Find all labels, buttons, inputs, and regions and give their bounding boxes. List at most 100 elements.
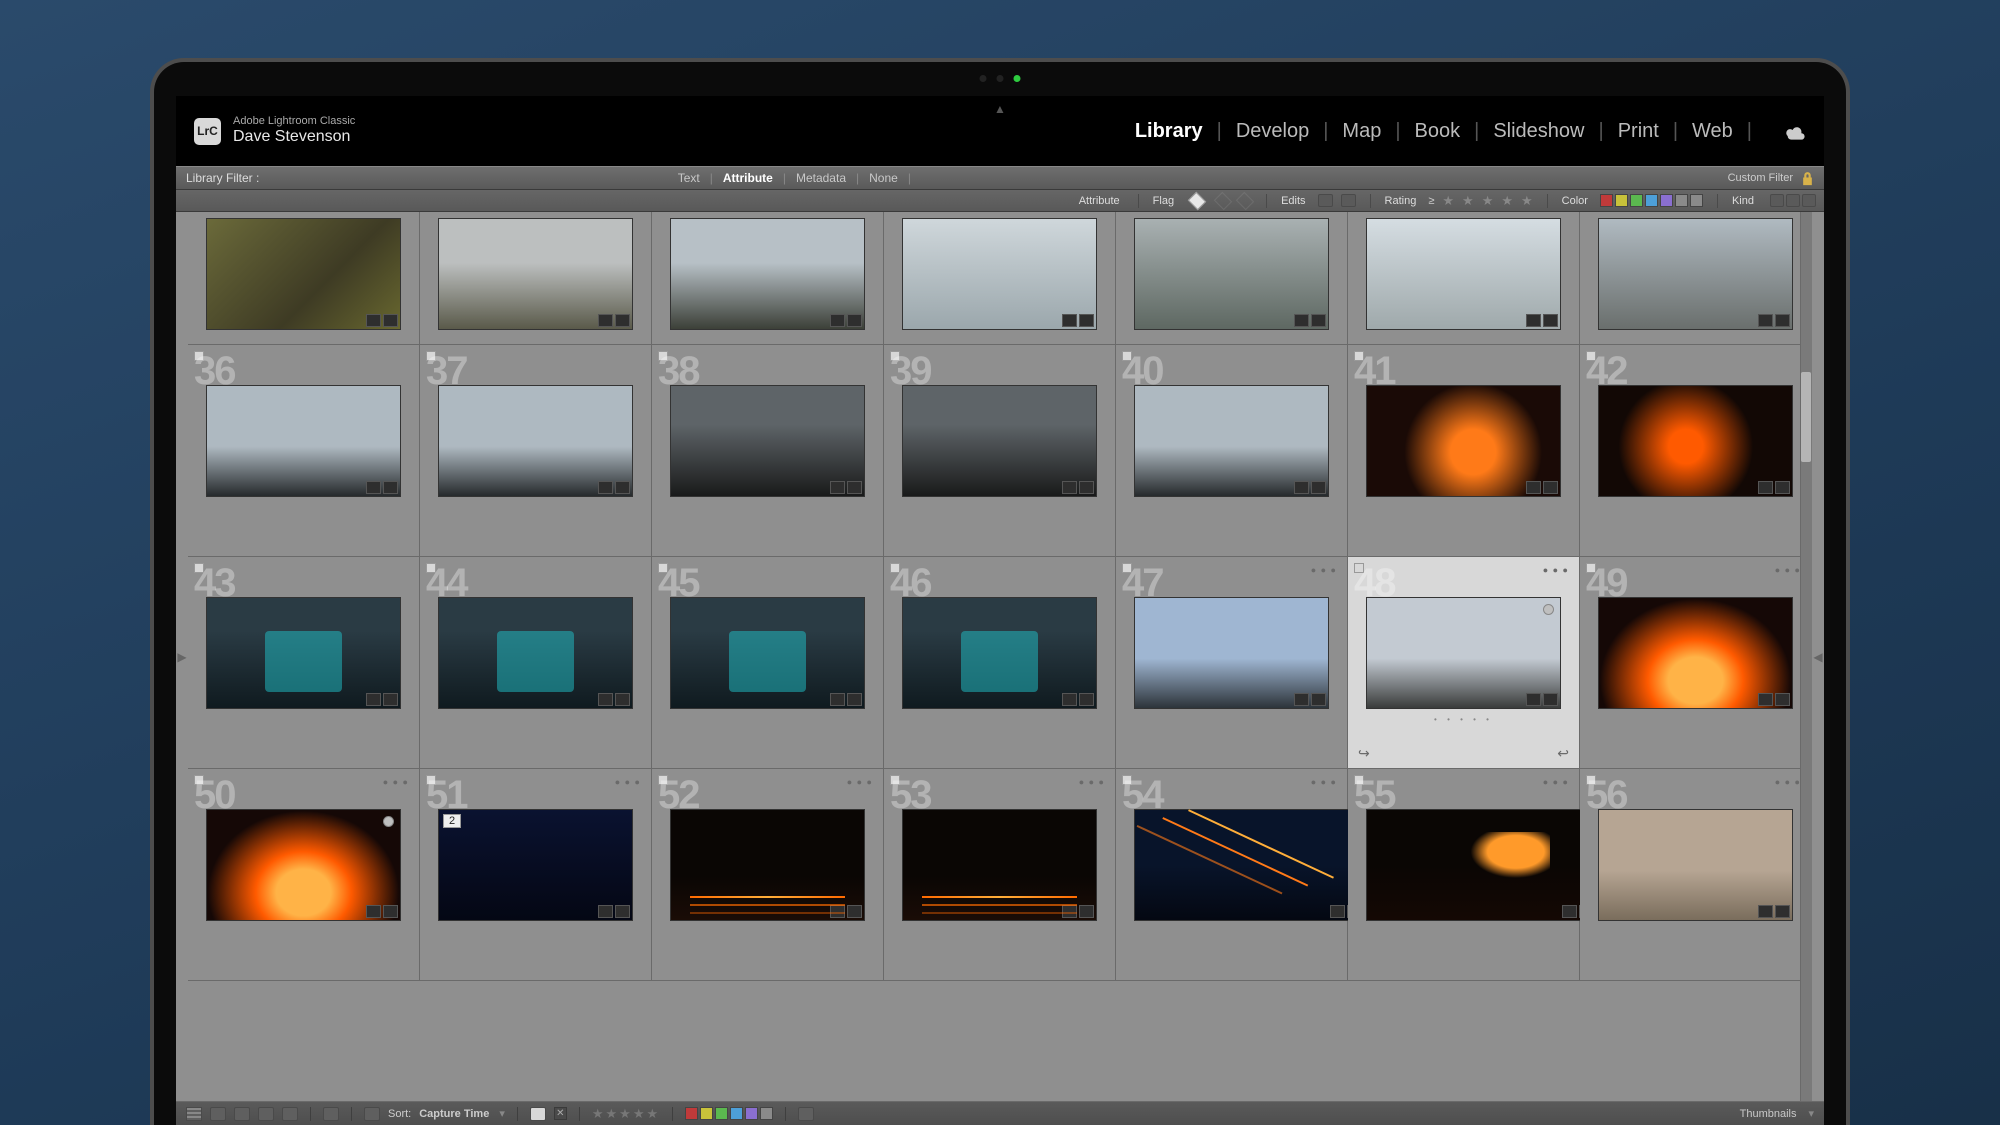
label-swatch[interactable]: [730, 1107, 743, 1120]
stack-count-badge[interactable]: 2: [443, 814, 461, 828]
grid-cell[interactable]: 45: [652, 557, 884, 769]
grid-cell[interactable]: 37: [420, 345, 652, 557]
label-swatch[interactable]: [700, 1107, 713, 1120]
thumbnail[interactable]: [670, 809, 865, 921]
cell-menu-icon[interactable]: ● ● ●: [1775, 565, 1801, 575]
color-swatch[interactable]: [1630, 194, 1643, 207]
thumbnail[interactable]: [438, 385, 633, 497]
custom-filter-dropdown[interactable]: Custom Filter: [1728, 172, 1793, 184]
thumbnail[interactable]: [1134, 597, 1329, 709]
grid-cell[interactable]: [1116, 212, 1348, 345]
kind-video-icon[interactable]: [1802, 194, 1816, 207]
view-loupe-icon[interactable]: [210, 1107, 226, 1121]
cell-menu-icon[interactable]: ● ● ●: [1543, 777, 1569, 787]
flag-reject-button[interactable]: ✕: [554, 1107, 567, 1120]
grid-cell[interactable]: 39: [884, 345, 1116, 557]
thumbnail[interactable]: [1598, 597, 1793, 709]
thumbnail[interactable]: [902, 597, 1097, 709]
rating-star-1[interactable]: ★: [1442, 193, 1454, 209]
filter-tab-attribute[interactable]: Attribute: [713, 171, 783, 185]
flag-pick-button[interactable]: [530, 1107, 546, 1121]
module-web[interactable]: Web: [1692, 120, 1733, 143]
kind-virtual-icon[interactable]: [1786, 194, 1800, 207]
sort-direction-icon[interactable]: [364, 1107, 380, 1121]
thumbnail[interactable]: [206, 597, 401, 709]
module-slideshow[interactable]: Slideshow: [1493, 120, 1584, 143]
view-people-icon[interactable]: [282, 1107, 298, 1121]
grid-cell[interactable]: 46: [884, 557, 1116, 769]
right-panel-handle[interactable]: ◀: [1812, 212, 1824, 1101]
filter-tab-none[interactable]: None: [859, 171, 908, 185]
thumbnail[interactable]: [438, 597, 633, 709]
grid-cell[interactable]: 52● ● ●: [652, 769, 884, 981]
kind-master-icon[interactable]: [1770, 194, 1784, 207]
thumbnail[interactable]: [438, 218, 633, 330]
cell-menu-icon[interactable]: ● ● ●: [1311, 777, 1337, 787]
label-swatch[interactable]: [745, 1107, 758, 1120]
flag-picked-icon[interactable]: [1188, 191, 1206, 209]
color-swatch[interactable]: [1600, 194, 1613, 207]
thumbnail[interactable]: 2: [438, 809, 633, 921]
sort-dropdown-icon[interactable]: ▾: [499, 1107, 505, 1120]
nav-next-icon[interactable]: ↩: [1557, 745, 1569, 762]
grid-cell[interactable]: [420, 212, 652, 345]
view-survey-icon[interactable]: [258, 1107, 274, 1121]
grid-cell[interactable]: 47● ● ●: [1116, 557, 1348, 769]
color-swatch[interactable]: [1690, 194, 1703, 207]
color-swatch[interactable]: [1615, 194, 1628, 207]
scrollbar-thumb[interactable]: [1801, 372, 1811, 462]
grid-cell[interactable]: 54● ● ●: [1116, 769, 1348, 981]
painter-icon[interactable]: [323, 1107, 339, 1121]
rating-star-2[interactable]: ★: [1462, 193, 1474, 209]
grid-cell[interactable]: [188, 212, 420, 345]
filter-lock-icon[interactable]: [1801, 171, 1814, 186]
rating-star-5[interactable]: ★: [1521, 193, 1533, 209]
rating-operator[interactable]: ≥: [1428, 195, 1434, 207]
thumbnail[interactable]: [1366, 809, 1597, 921]
thumbnail[interactable]: [670, 597, 865, 709]
edits-has-icon[interactable]: [1318, 194, 1333, 207]
filter-tab-metadata[interactable]: Metadata: [786, 171, 856, 185]
grid-cell[interactable]: 44: [420, 557, 652, 769]
color-swatch[interactable]: [1675, 194, 1688, 207]
scrollbar-track[interactable]: [1800, 212, 1812, 1101]
edits-none-icon[interactable]: [1341, 194, 1356, 207]
thumbnail[interactable]: [1134, 809, 1365, 921]
rotate-ccw-icon[interactable]: [798, 1107, 814, 1121]
rating-star-4[interactable]: ★: [1501, 193, 1513, 209]
grid-cell[interactable]: 50● ● ●: [188, 769, 420, 981]
grid-cell[interactable]: 56● ● ●: [1580, 769, 1812, 981]
cell-menu-icon[interactable]: ● ● ●: [1543, 565, 1569, 575]
grid-cell[interactable]: 53● ● ●: [884, 769, 1116, 981]
sort-value[interactable]: Capture Time: [419, 1108, 489, 1120]
cell-menu-icon[interactable]: ● ● ●: [1311, 565, 1337, 575]
thumbnail[interactable]: [902, 809, 1097, 921]
view-grid-icon[interactable]: [186, 1107, 202, 1121]
cell-menu-icon[interactable]: ● ● ●: [383, 777, 409, 787]
filter-tab-text[interactable]: Text: [668, 171, 710, 185]
thumbnail[interactable]: [1598, 385, 1793, 497]
grid-cell[interactable]: 49● ● ●: [1580, 557, 1812, 769]
grid-cell[interactable]: 55● ● ●: [1348, 769, 1580, 981]
color-swatch[interactable]: [1645, 194, 1658, 207]
module-map[interactable]: Map: [1342, 120, 1381, 143]
thumbnail[interactable]: [206, 809, 401, 921]
thumbnail[interactable]: [206, 218, 401, 330]
rating-stars[interactable]: ★★★★★: [592, 1106, 660, 1122]
cloud-sync-icon[interactable]: [1784, 123, 1806, 139]
reveal-panel-up-icon[interactable]: ▲: [994, 102, 1006, 116]
label-swatch[interactable]: [760, 1107, 773, 1120]
thumbnail[interactable]: [1366, 385, 1561, 497]
grid-cell[interactable]: 48● ● ●• • • • •↪↩: [1348, 557, 1580, 769]
left-panel-handle[interactable]: ▶: [176, 212, 188, 1101]
cell-menu-icon[interactable]: ● ● ●: [615, 777, 641, 787]
thumbnail[interactable]: [1366, 597, 1561, 709]
rating-star-3[interactable]: ★: [1482, 193, 1494, 209]
flag-unflagged-icon[interactable]: [1214, 191, 1232, 209]
thumbnail[interactable]: [902, 385, 1097, 497]
label-swatch[interactable]: [715, 1107, 728, 1120]
thumbnail[interactable]: [902, 218, 1097, 330]
thumbnail[interactable]: [206, 385, 401, 497]
module-print[interactable]: Print: [1618, 120, 1659, 143]
thumbnail[interactable]: [670, 385, 865, 497]
